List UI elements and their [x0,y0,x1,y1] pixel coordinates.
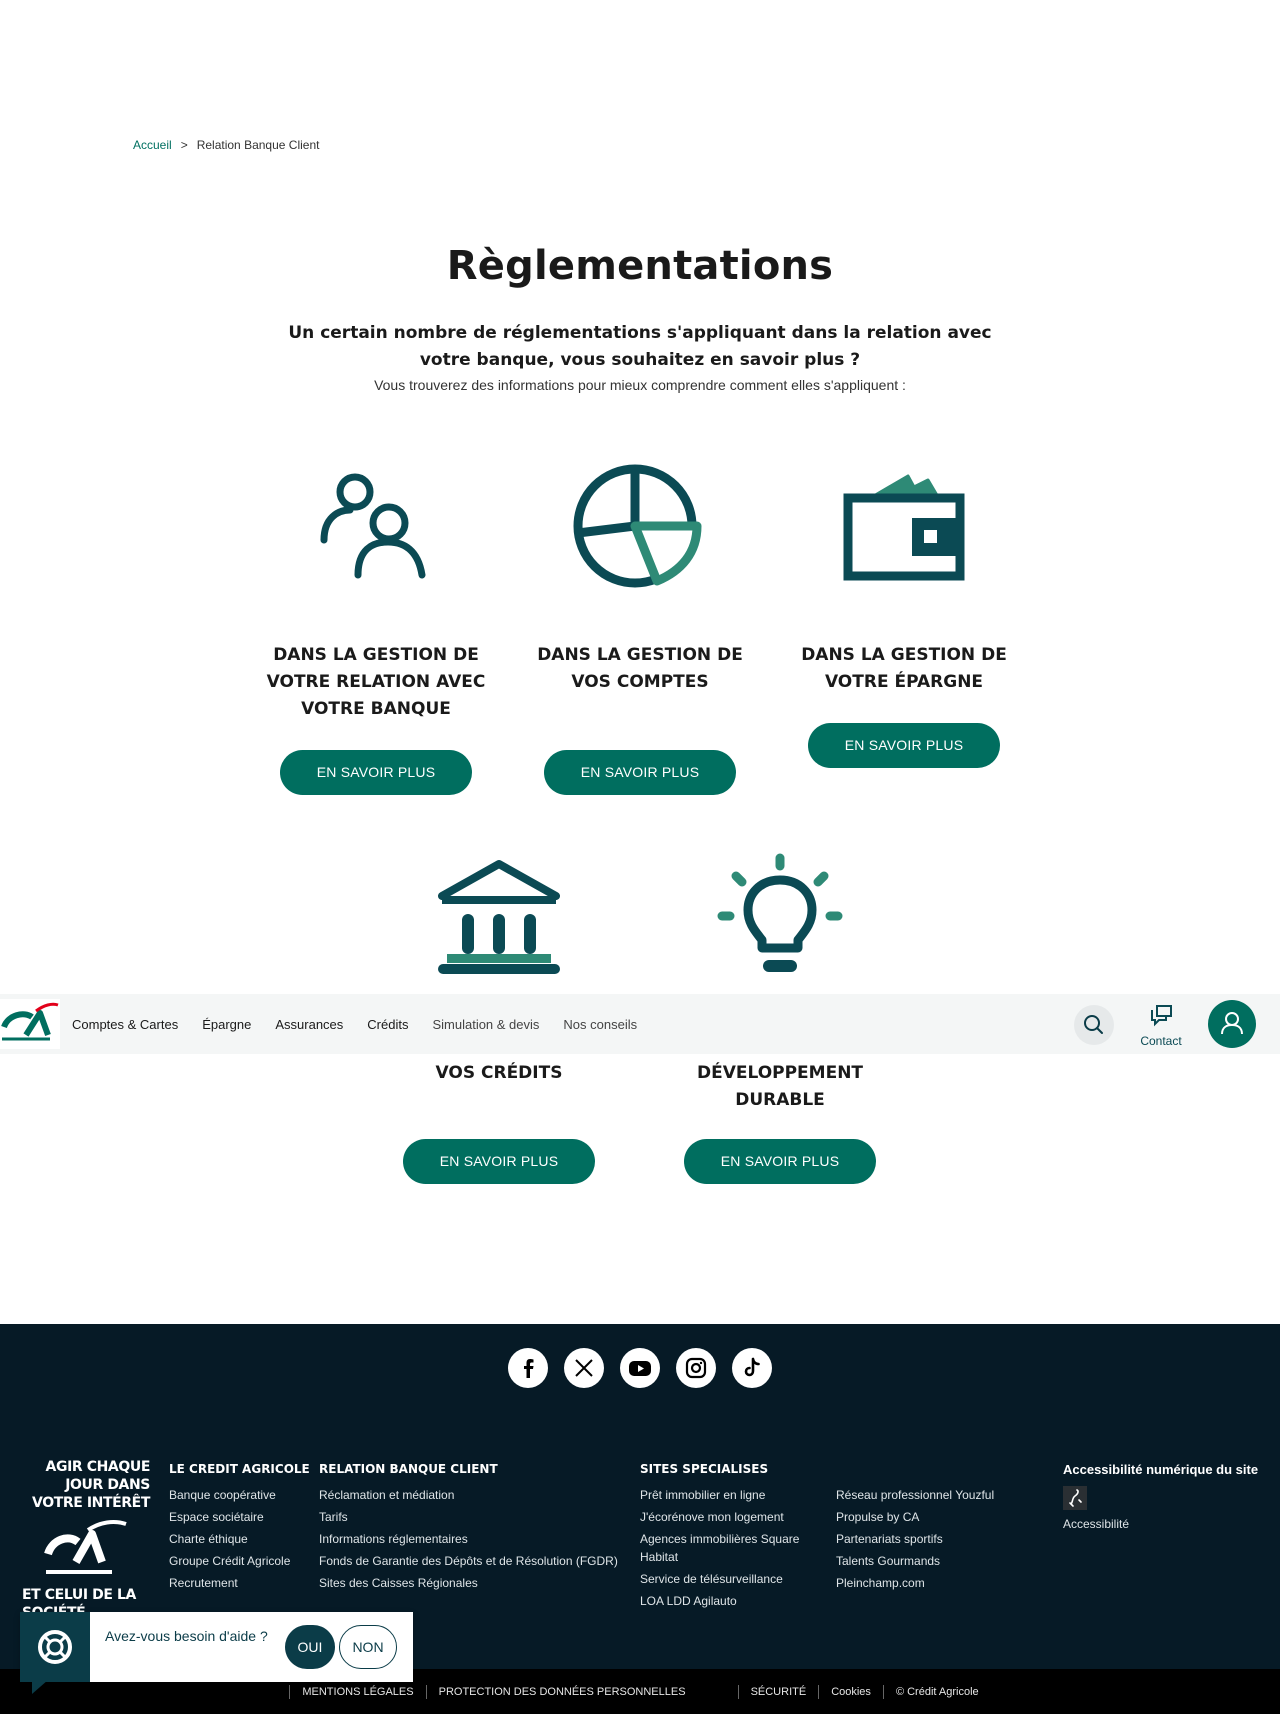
footer-link[interactable]: Sites des Caisses Régionales [319,1572,639,1594]
menu-assurances[interactable]: Assurances [275,1017,343,1032]
user-icon [1221,1012,1243,1035]
footer-link[interactable]: Groupe Crédit Agricole [169,1550,290,1572]
footer-link[interactable]: Réclamation et médiation [319,1484,639,1506]
card-comptes-button[interactable]: EN SAVOIR PLUS [544,750,736,795]
ca-logo-white [44,1520,127,1574]
footer-link[interactable]: J'écorénove mon logement [640,1506,820,1528]
footer-accessibility-title: Accessibilité numérique du site [1063,1462,1259,1477]
footer-link[interactable]: LOA LDD Agilauto [640,1590,820,1612]
card-comptes: DANS LA GESTION DE VOS COMPTES EN SAVOIR… [520,460,760,800]
menu-comptes-cartes[interactable]: Comptes & Cartes [72,1017,178,1032]
footer-link[interactable]: Tarifs [319,1506,639,1528]
footer-col-credit-agricole-links: Banque coopérative Espace sociétaire Cha… [169,1484,290,1594]
card-credits-button[interactable]: EN SAVOIR PLUS [403,1139,595,1184]
main-menu: Comptes & Cartes Épargne Assurances Créd… [72,994,661,1054]
ca-logo[interactable] [0,999,60,1049]
menu-epargne[interactable]: Épargne [202,1017,251,1032]
menu-credits[interactable]: Crédits [367,1017,408,1032]
footer-col-relation-links: Réclamation et médiation Tarifs Informat… [319,1484,639,1594]
intro-lead: Un certain nombre de réglementations s'a… [288,323,992,370]
card-developpement-button[interactable]: EN SAVOIR PLUS [684,1139,876,1184]
help-yes-button[interactable]: OUI [285,1625,335,1669]
wallet-icon [843,474,965,581]
footer-link[interactable]: Talents Gourmands [836,1550,994,1572]
footer-link[interactable]: Pleinchamp.com [836,1572,994,1594]
tiktok-icon[interactable] [732,1348,772,1388]
footer-link[interactable]: Agences immobilières Square Habitat [640,1528,820,1568]
card-developpement-title-line2: DURABLE [735,1090,825,1110]
slogan-top: AGIR CHAQUE JOUR DANS VOTRE INTÉRÊT [32,1459,150,1511]
footer-link[interactable]: Partenariats sportifs [836,1528,994,1550]
page-title: Règlementations [446,243,834,289]
footer-link[interactable]: Charte éthique [169,1528,290,1550]
footer-link[interactable]: Recrutement [169,1572,290,1594]
footer-link[interactable]: Fonds de Garantie des Dépôts et de Résol… [319,1550,639,1572]
facebook-icon[interactable] [508,1348,548,1388]
footer-link[interactable]: Espace sociétaire [169,1506,290,1528]
card-epargne-button[interactable]: EN SAVOIR PLUS [808,723,1000,768]
legal-mentions-link[interactable]: MENTIONS LÉGALES [289,1684,425,1699]
card-epargne-title: DANS LA GESTION DE VOTRE ÉPARGNE [801,645,1007,692]
footer-col-relation-title: RELATION BANQUE CLIENT [319,1462,498,1476]
footer-link[interactable]: Propulse by CA [836,1506,994,1528]
footer-col-sites-more-links: Réseau professionnel Youzful Propulse by… [836,1484,994,1594]
menu-simulation-devis[interactable]: Simulation & devis [432,1017,539,1032]
instagram-icon[interactable] [676,1348,716,1388]
security-link[interactable]: SÉCURITÉ [737,1684,819,1699]
footer-col-credit-agricole-title: LE CREDIT AGRICOLE [169,1462,310,1476]
breadcrumb-current: Relation Banque Client [196,138,320,152]
card-relation-button[interactable]: EN SAVOIR PLUS [280,750,472,795]
lightbulb-icon [717,853,843,972]
help-icon-box [20,1612,90,1682]
contact-button[interactable]: Contact [1130,1000,1192,1050]
breadcrumb: Accueil > Relation Banque Client [133,138,319,152]
card-epargne: DANS LA GESTION DE VOTRE ÉPARGNE EN SAVO… [784,460,1024,780]
footer-col-sites-title: SITES SPECIALISES [640,1462,769,1476]
card-credits-title: VOS CRÉDITS [435,1063,563,1083]
footer-slogan: AGIR CHAQUE JOUR DANS VOTRE INTÉRÊT ET C… [22,1458,150,1622]
help-no-button[interactable]: NON [339,1625,397,1669]
footer-col-sites-links: Prêt immobilier en ligne J'écorénove mon… [640,1484,820,1612]
chat-bubbles-icon [1151,1005,1172,1027]
cookies-link[interactable]: Cookies [818,1684,883,1699]
card-relation-title: DANS LA GESTION DE VOTRE RELATION AVEC V… [266,645,486,719]
account-button[interactable] [1208,1000,1256,1048]
help-question: Avez-vous besoin d'aide ? [105,1628,268,1644]
people-icon [320,473,426,579]
x-icon[interactable] [564,1348,604,1388]
footer-link[interactable]: Prêt immobilier en ligne [640,1484,820,1506]
intro-subtext: Vous trouverez des informations pour mie… [374,377,906,393]
help-widget: Avez-vous besoin d'aide ? OUI NON [20,1612,413,1694]
contact-label: Contact [1140,1034,1182,1048]
bank-icon [438,860,560,974]
pie-chart-icon [573,464,702,588]
footer-link[interactable]: Service de télésurveillance [640,1568,820,1590]
breadcrumb-separator: > [180,138,188,152]
lifebuoy-icon [38,1630,72,1664]
footer-accessibility-link[interactable]: Accessibilité [1063,1517,1129,1531]
accessibility-icon[interactable] [1063,1486,1087,1510]
search-button[interactable] [1074,1005,1114,1045]
footer-link[interactable]: Banque coopérative [169,1484,290,1506]
copyright-text: © Crédit Agricole [882,1684,991,1699]
privacy-link[interactable]: PROTECTION DES DONNÉES PERSONNELLES [425,1684,698,1699]
menu-nos-conseils[interactable]: Nos conseils [563,1017,637,1032]
help-tail [32,1680,48,1694]
social-links [0,1348,1280,1388]
card-comptes-title: DANS LA GESTION DE VOS COMPTES [537,645,743,692]
search-icon [1084,1015,1103,1034]
footer-link[interactable]: Réseau professionnel Youzful [836,1484,994,1506]
breadcrumb-home-link[interactable]: Accueil [133,138,172,152]
card-developpement-title-line1: DÉVELOPPEMENT [696,1063,864,1083]
card-relation: DANS LA GESTION DE VOTRE RELATION AVEC V… [256,460,496,800]
sticky-nav: Comptes & Cartes Épargne Assurances Créd… [0,994,1280,1054]
footer-link[interactable]: Informations réglementaires [319,1528,639,1550]
ca-logo-mark [1,1002,59,1041]
youtube-icon[interactable] [620,1348,660,1388]
